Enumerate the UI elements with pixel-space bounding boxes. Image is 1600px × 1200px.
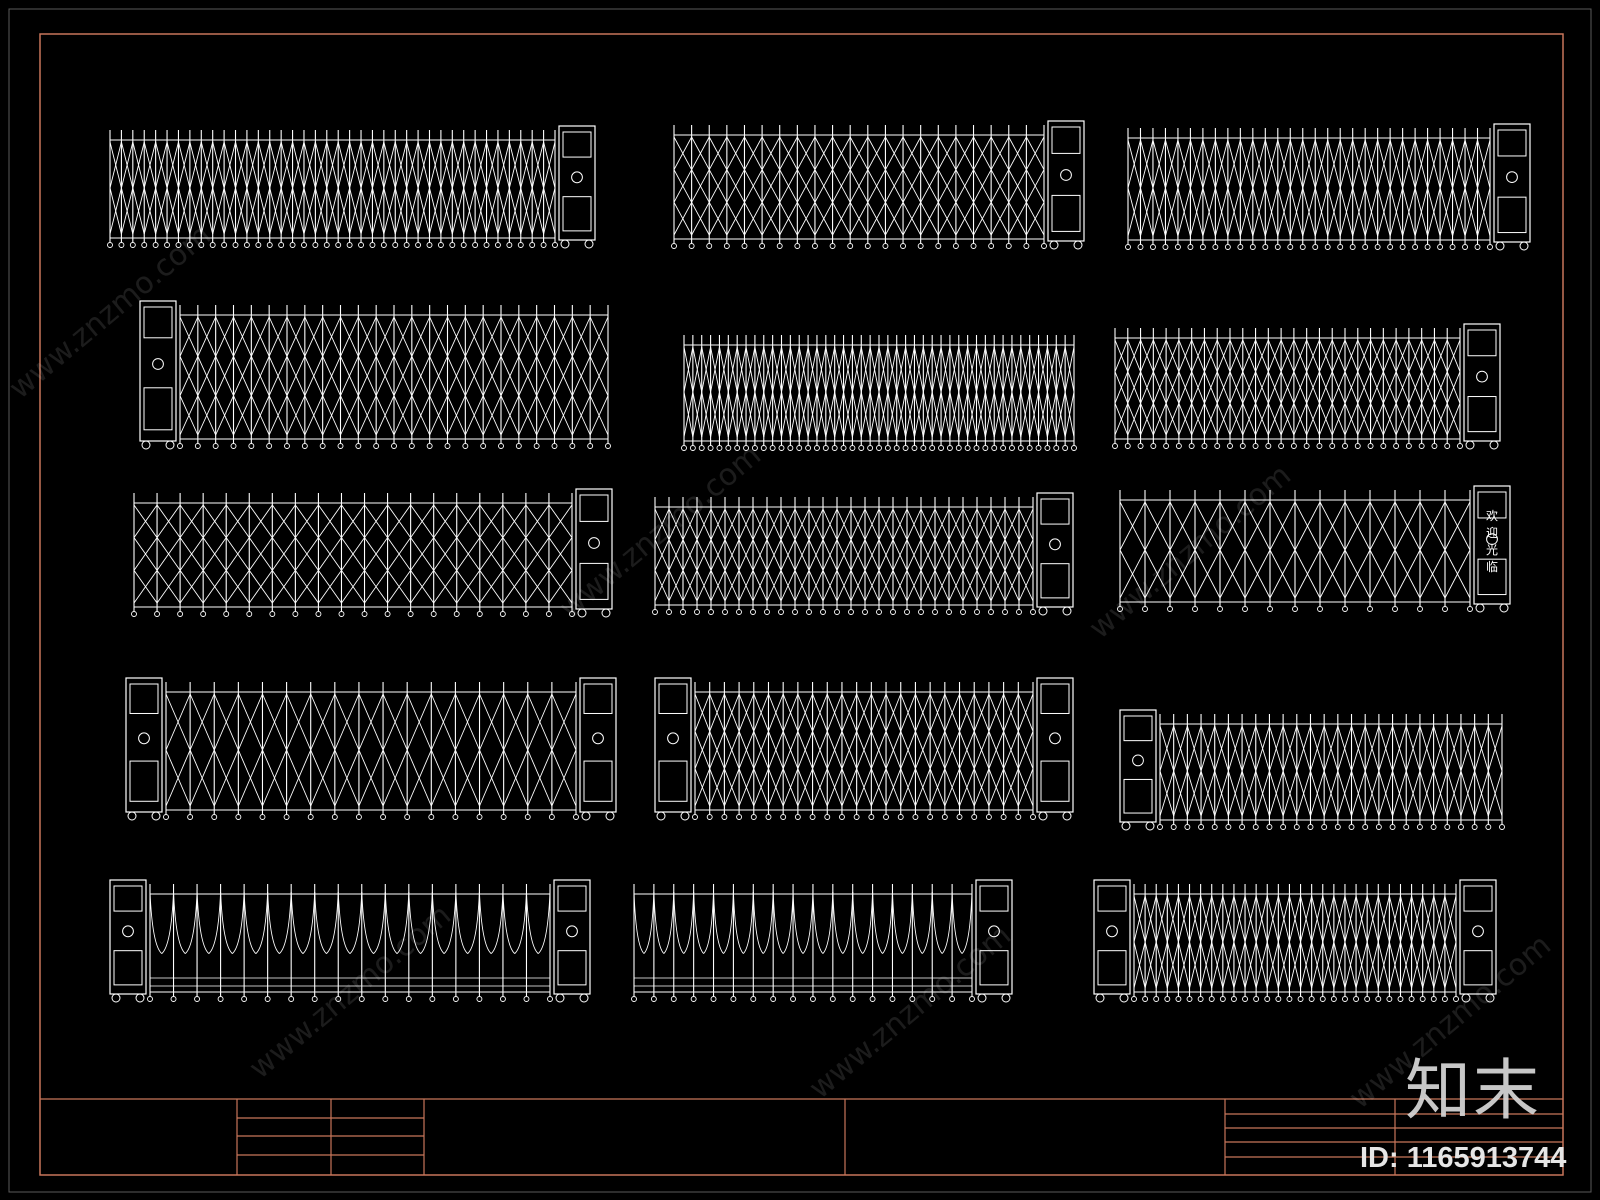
cad-drawing-canvas: 欢迎光临 www.znzmo.com www.znzmo.com www.znz… — [0, 0, 1600, 1200]
brand-watermark: 知末 — [1405, 1052, 1541, 1129]
image-id-watermark: ID: 1165913744 — [1360, 1142, 1567, 1174]
